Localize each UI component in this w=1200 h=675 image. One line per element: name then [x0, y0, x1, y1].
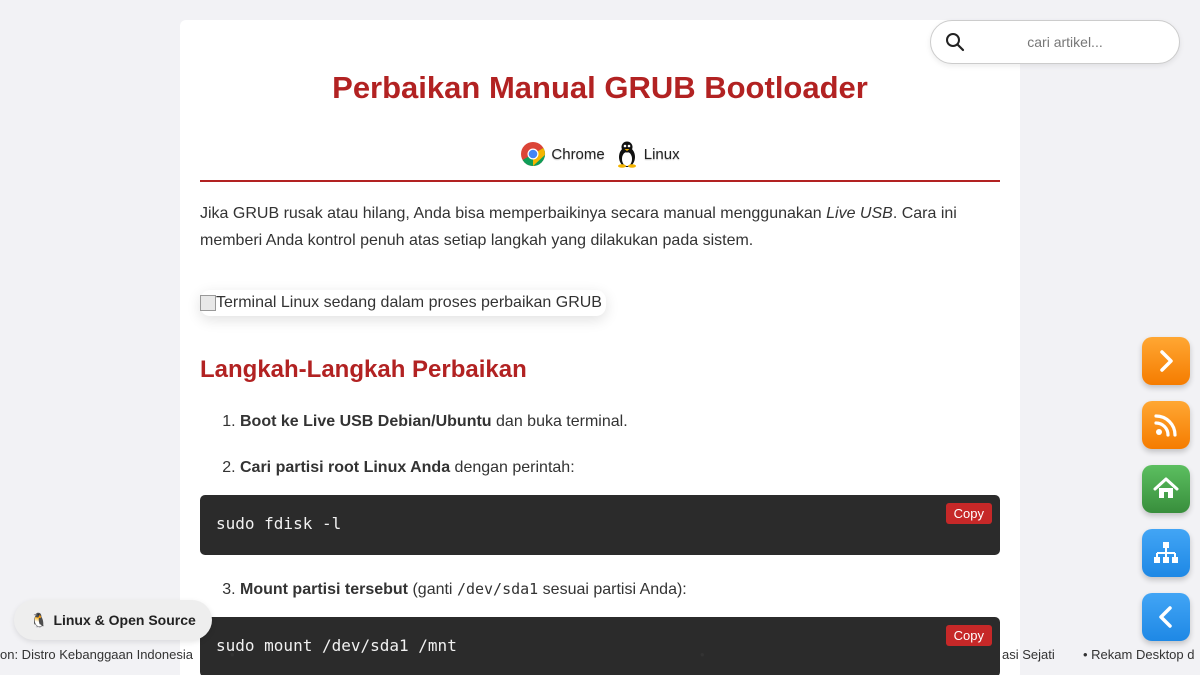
ticker-bullet: •: [230, 647, 235, 662]
section-heading: Langkah-Langkah Perbaikan: [200, 356, 527, 383]
ticker-item[interactable]: on: Distro Kebanggaan Indonesia: [0, 647, 193, 662]
step-bold: Boot ke Live USB Debian/Ubuntu: [240, 413, 492, 430]
sitemap-icon: [1154, 542, 1178, 563]
list-item: Boot ke Live USB Debian/Ubuntu dan buka …: [240, 412, 1000, 432]
ticker-item[interactable]: • Rekam Desktop d: [1083, 647, 1194, 662]
copy-button[interactable]: Copy: [945, 503, 992, 524]
home-icon: [1153, 477, 1179, 498]
rss-button[interactable]: [1142, 401, 1190, 449]
step-text: dan buka terminal.: [491, 413, 628, 430]
list-item: Cari partisi root Linux Anda dengan peri…: [200, 458, 1000, 555]
home-button[interactable]: [1142, 465, 1190, 513]
page-title: Perbaikan Manual GRUB Bootloader: [332, 70, 868, 105]
article-image: Terminal Linux sedang dalam proses perba…: [200, 290, 606, 316]
image-alt-text: Terminal Linux sedang dalam proses perba…: [216, 294, 602, 311]
step-bold: Cari partisi root Linux Anda: [240, 459, 451, 476]
back-icon: [1159, 606, 1172, 628]
back-button[interactable]: [1142, 593, 1190, 641]
steps-list: Boot ke Live USB Debian/Ubuntu dan buka …: [200, 412, 1000, 675]
step-bold: Mount partisi tersebut: [240, 581, 409, 598]
tag-chrome[interactable]: Chrome: [520, 141, 605, 167]
search-input[interactable]: [965, 34, 1165, 50]
search-bar[interactable]: [930, 20, 1180, 64]
tag-label: Linux: [643, 145, 680, 163]
chrome-icon: [521, 142, 546, 166]
news-ticker[interactable]: on: Distro Kebanggaan Indonesia • • asi …: [0, 644, 1200, 666]
next-button[interactable]: [1142, 337, 1190, 385]
ticker-bullet: •: [700, 647, 705, 662]
penguin-icon: 🐧: [30, 611, 48, 628]
title-divider: [200, 180, 1000, 182]
tag-label: Chrome: [551, 145, 605, 163]
broken-image-icon: [200, 295, 216, 311]
intro-paragraph: Jika GRUB rusak atau hilang, Anda bisa m…: [200, 200, 1000, 254]
code-block[interactable]: sudo fdisk -l Copy: [200, 495, 1000, 555]
search-icon: [946, 33, 965, 52]
tag-linux[interactable]: Linux: [615, 140, 680, 168]
step-text: sesuai partisi Anda):: [538, 581, 687, 598]
intro-text: Jika GRUB rusak atau hilang, Anda bisa m…: [200, 205, 827, 222]
code-text: sudo fdisk -l: [216, 514, 342, 533]
next-icon: [1160, 350, 1173, 372]
category-badge[interactable]: 🐧 Linux & Open Source: [14, 600, 212, 640]
step-text: dengan perintah:: [450, 459, 575, 476]
intro-emphasis: Live USB: [826, 205, 893, 222]
step-text: (ganti: [408, 581, 457, 598]
sitemap-button[interactable]: [1142, 529, 1190, 577]
badge-label: Linux & Open Source: [53, 612, 196, 628]
tag-list: Chrome Linux: [200, 140, 1000, 168]
ticker-item[interactable]: asi Sejati: [1002, 647, 1055, 662]
copy-button[interactable]: Copy: [945, 625, 992, 646]
rss-icon: [1154, 414, 1177, 437]
tux-icon: [617, 141, 636, 168]
article-card: Perbaikan Manual GRUB Bootloader Chrome: [180, 20, 1020, 675]
inline-code: /dev/sda1: [456, 580, 539, 598]
